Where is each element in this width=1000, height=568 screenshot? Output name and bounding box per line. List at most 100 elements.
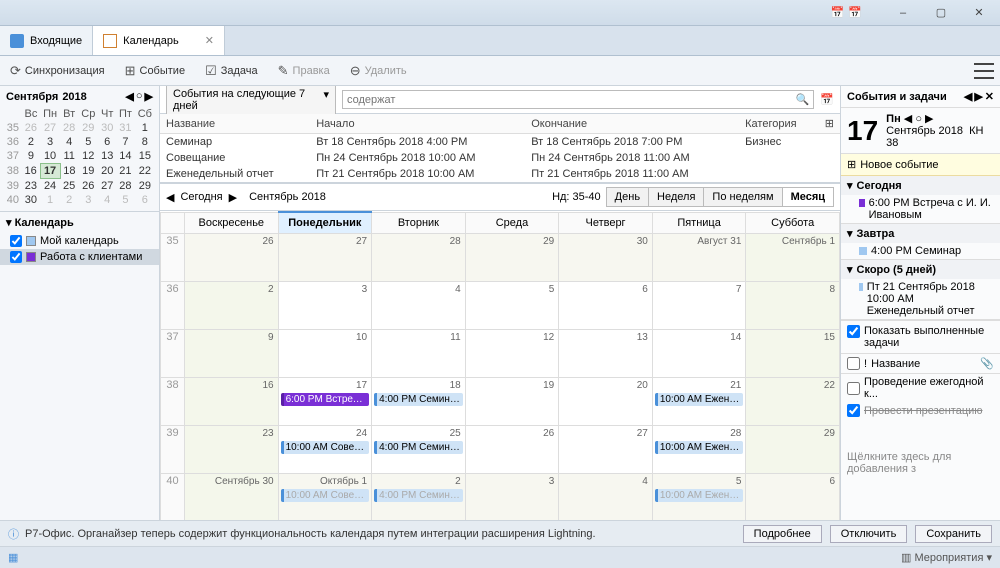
- next-icon[interactable]: ▶: [974, 90, 982, 103]
- minical-day[interactable]: 30: [22, 193, 40, 207]
- view-button[interactable]: Месяц: [782, 187, 834, 207]
- edit-button[interactable]: ✎Правка: [274, 61, 334, 81]
- minical-day[interactable]: 2: [60, 193, 78, 207]
- minical-day[interactable]: 2: [22, 135, 40, 149]
- minical-day[interactable]: 15: [135, 149, 155, 164]
- minical-day[interactable]: 3: [40, 135, 60, 149]
- close-icon[interactable]: ✕: [205, 34, 214, 47]
- today-button[interactable]: Сегодня: [180, 191, 222, 203]
- filter-input[interactable]: [347, 93, 796, 106]
- day-cell[interactable]: 5: [465, 282, 559, 330]
- delete-button[interactable]: ⊖Удалить: [346, 61, 411, 81]
- dow-header[interactable]: Пятница: [652, 212, 746, 234]
- day-cell[interactable]: 15: [746, 330, 840, 378]
- event-chip[interactable]: 4:00 PM Семинар: [374, 393, 463, 406]
- day-cell[interactable]: 510:00 AM Еженеде...: [652, 474, 746, 521]
- task-header[interactable]: ! Название 📎: [841, 354, 1000, 374]
- day-cell[interactable]: 2810:00 AM Еженеде...: [652, 426, 746, 474]
- event-row[interactable]: СеминарВт 18 Сентябрь 2018 4:00 PMВт 18 …: [160, 134, 840, 151]
- minical-day[interactable]: 31: [116, 121, 135, 135]
- new-event-input[interactable]: ⊞ Новое событие: [841, 154, 1000, 176]
- minical-day[interactable]: 26: [78, 179, 98, 194]
- day-cell[interactable]: 2110:00 AM Еженеде...: [652, 378, 746, 426]
- maximize-button[interactable]: ▢: [924, 3, 958, 23]
- view-button[interactable]: Неделя: [648, 187, 704, 207]
- tab-calendar[interactable]: Календарь ✕: [93, 26, 225, 55]
- day-cell[interactable]: 26: [465, 426, 559, 474]
- minical-day[interactable]: 19: [78, 164, 98, 179]
- minical-day[interactable]: 5: [78, 135, 98, 149]
- dow-header[interactable]: Среда: [465, 212, 559, 234]
- dow-header[interactable]: Четверг: [559, 212, 653, 234]
- day-cell[interactable]: 29: [465, 234, 559, 282]
- day-cell[interactable]: 19: [465, 378, 559, 426]
- minimize-button[interactable]: –: [886, 3, 920, 23]
- calendar-mini-icon[interactable]: 📅: [831, 6, 845, 19]
- minical-day[interactable]: 28: [60, 121, 78, 135]
- more-button[interactable]: Подробнее: [743, 525, 822, 543]
- day-cell[interactable]: 8: [746, 282, 840, 330]
- minical-day[interactable]: 4: [60, 135, 78, 149]
- tab-inbox[interactable]: Входящие: [0, 26, 93, 55]
- calendar-checkbox[interactable]: [10, 235, 22, 247]
- minical-day[interactable]: 14: [116, 149, 135, 164]
- day-cell[interactable]: 20: [559, 378, 653, 426]
- prev-icon[interactable]: ◀: [166, 191, 174, 204]
- day-cell[interactable]: 11: [372, 330, 466, 378]
- day-cell[interactable]: 2: [185, 282, 279, 330]
- day-cell[interactable]: 23: [185, 426, 279, 474]
- section-header[interactable]: ▾Сегодня: [841, 176, 1000, 195]
- view-button[interactable]: По неделям: [703, 187, 782, 207]
- day-cell[interactable]: 13: [559, 330, 653, 378]
- dow-header[interactable]: Вторник: [372, 212, 466, 234]
- column-header[interactable]: Начало: [310, 114, 525, 134]
- day-cell[interactable]: 9: [185, 330, 279, 378]
- column-header[interactable]: Окончание: [525, 114, 739, 134]
- minical-day[interactable]: 30: [98, 121, 116, 135]
- event-chip[interactable]: 10:00 AM Совеща...: [281, 441, 370, 454]
- show-done-toggle[interactable]: Показать выполненные задачи: [841, 320, 1000, 354]
- day-cell[interactable]: 26: [185, 234, 279, 282]
- minical-day[interactable]: 20: [98, 164, 116, 179]
- minical-day[interactable]: 24: [40, 179, 60, 194]
- day-cell[interactable]: 12: [465, 330, 559, 378]
- disable-button[interactable]: Отключить: [830, 525, 908, 543]
- day-cell[interactable]: 10: [278, 330, 372, 378]
- minical-day[interactable]: 29: [78, 121, 98, 135]
- day-cell[interactable]: 14: [652, 330, 746, 378]
- calendar-picker-icon[interactable]: 📅: [820, 93, 834, 106]
- minical-day[interactable]: 7: [116, 135, 135, 149]
- show-done-checkbox[interactable]: [847, 325, 860, 338]
- close-icon[interactable]: ✕: [985, 90, 994, 103]
- next-icon[interactable]: ▶: [925, 113, 933, 125]
- dow-header[interactable]: Воскресенье: [185, 212, 279, 234]
- minical-day[interactable]: 12: [78, 149, 98, 164]
- section-header[interactable]: ▾Скоро (5 дней): [841, 260, 1000, 279]
- agenda-item[interactable]: 6:00 PM Встреча с И. И. Ивановым: [841, 195, 1000, 223]
- event-chip[interactable]: 10:00 AM Совеща...: [281, 489, 370, 502]
- calendar-grid[interactable]: ВоскресеньеПонедельникВторникСредаЧетвер…: [160, 211, 840, 520]
- status-left-icon[interactable]: ▦: [8, 551, 18, 564]
- minical-day[interactable]: 23: [22, 179, 40, 194]
- day-cell[interactable]: 28: [372, 234, 466, 282]
- dow-header[interactable]: Суббота: [746, 212, 840, 234]
- minical-day[interactable]: 8: [135, 135, 155, 149]
- day-cell[interactable]: 184:00 PM Семинар: [372, 378, 466, 426]
- dow-header[interactable]: Понедельник: [278, 212, 372, 234]
- minical-day[interactable]: 25: [60, 179, 78, 194]
- event-chip[interactable]: 10:00 AM Еженеде...: [655, 441, 744, 454]
- minical-day[interactable]: 4: [98, 193, 116, 207]
- event-chip[interactable]: 10:00 AM Еженеде...: [655, 489, 744, 502]
- event-row[interactable]: Еженедельный отчетПт 21 Сентябрь 2018 10…: [160, 166, 840, 182]
- task-checkbox[interactable]: [847, 404, 860, 417]
- minical-day[interactable]: 1: [40, 193, 60, 207]
- day-cell[interactable]: 4: [559, 474, 653, 521]
- today-icon[interactable]: ○: [136, 90, 143, 103]
- day-cell[interactable]: 176:00 PM Встреча с...: [278, 378, 372, 426]
- day-cell[interactable]: 7: [652, 282, 746, 330]
- column-header[interactable]: Название: [160, 114, 310, 134]
- minical-day[interactable]: 16: [22, 164, 40, 179]
- minical-day[interactable]: 28: [116, 179, 135, 194]
- day-cell[interactable]: 6: [559, 282, 653, 330]
- day-cell[interactable]: Август 31: [652, 234, 746, 282]
